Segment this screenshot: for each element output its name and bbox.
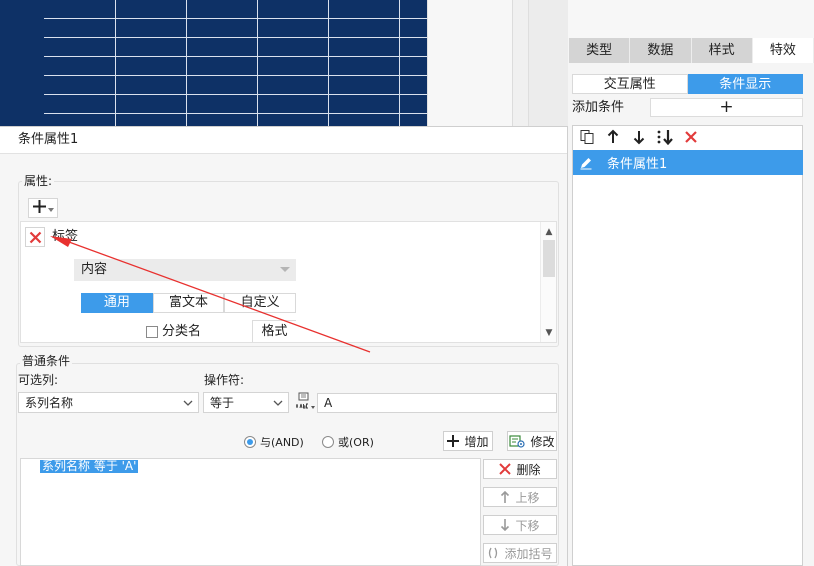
add-bracket-label: 添加括号 [504, 546, 553, 561]
modify-icon [509, 435, 526, 448]
operator-label: 操作符: [204, 373, 245, 387]
operator-select-value: 等于 [210, 396, 235, 410]
condition-list [572, 125, 803, 566]
condition-value-input[interactable]: A [317, 393, 557, 413]
condition-list-toolbar [574, 127, 803, 147]
radio-or[interactable]: 或(OR) [322, 434, 374, 450]
chevron-down-icon [280, 267, 290, 272]
checkbox-label: 分类名 [162, 324, 202, 339]
plus-icon [447, 435, 460, 447]
chevron-down-icon [183, 400, 193, 406]
arrow-up-icon[interactable] [603, 127, 623, 147]
dropdown-caret-icon [47, 201, 54, 215]
delete-condition-button[interactable]: 删除 [483, 459, 557, 479]
subtab-interaction[interactable]: 交互属性 [572, 74, 688, 94]
close-icon [29, 231, 41, 243]
content-select-value: 内容 [81, 262, 108, 277]
chart-preview-table [44, 0, 427, 127]
pencil-icon [573, 156, 599, 170]
content-select[interactable]: 内容 [74, 259, 296, 281]
move-down-button[interactable]: 下移 [483, 515, 557, 535]
tab-general[interactable]: 通用 [81, 293, 153, 313]
condition-expression-box[interactable] [20, 458, 481, 566]
attribute-list-scrollbar[interactable]: ▲ ▼ [540, 222, 556, 342]
radio-and[interactable]: 与(AND) [244, 434, 304, 450]
label-format-tabs: 通用 富文本 自定义 [81, 293, 297, 313]
add-bracket-button[interactable]: 添加括号 [483, 543, 557, 563]
close-icon [499, 463, 512, 475]
modify-condition-button[interactable]: 修改 [507, 431, 557, 451]
modify-button-label: 修改 [530, 434, 555, 449]
format-button[interactable]: 格式 [252, 320, 296, 342]
add-condition-button[interactable]: + [650, 98, 803, 117]
value-type-button[interactable] [293, 391, 316, 413]
radio-indicator[interactable] [322, 436, 334, 448]
radio-and-label: 与(AND) [260, 436, 304, 449]
move-bottom-icon[interactable] [655, 127, 675, 147]
dialog-title: 条件属性1 [18, 132, 79, 147]
condition-list-item[interactable]: 条件属性1 [573, 150, 803, 175]
brackets-icon [489, 547, 498, 559]
copy-icon[interactable] [577, 127, 597, 147]
column-select[interactable]: 系列名称 [18, 392, 199, 413]
chevron-down-icon [273, 400, 283, 406]
condition-item-label: 条件属性1 [607, 157, 668, 172]
columns-label: 可选列: [18, 373, 59, 387]
delete-button-label: 删除 [516, 462, 541, 477]
add-attribute-button[interactable] [28, 198, 58, 218]
subtab-conditional-display[interactable]: 条件显示 [687, 74, 803, 94]
attribute-label: 标签 [52, 229, 79, 244]
condition-expression[interactable]: 系列名称 等于 'A' [40, 460, 139, 473]
canvas-left-strip [0, 0, 44, 127]
remove-attribute-button[interactable] [25, 227, 45, 247]
canvas-margin [427, 0, 512, 127]
plus-icon [32, 200, 46, 216]
move-down-label: 下移 [515, 518, 540, 533]
tab-rich-text[interactable]: 富文本 [152, 293, 225, 313]
add-condition-row-button[interactable]: 增加 [443, 431, 493, 451]
tab-style[interactable]: 样式 [692, 38, 753, 63]
add-condition-label: 添加条件 [572, 100, 625, 115]
scroll-up-icon[interactable]: ▲ [541, 224, 557, 240]
tab-custom[interactable]: 自定义 [224, 293, 297, 313]
tab-effects[interactable]: 特效 [752, 38, 814, 63]
normal-condition-legend: 普通条件 [20, 354, 73, 368]
column-select-value: 系列名称 [25, 396, 74, 410]
effects-subtabs: 交互属性 条件显示 [572, 74, 803, 94]
radio-or-label: 或(OR) [338, 436, 374, 449]
canvas-scrollbar[interactable] [512, 0, 528, 127]
grid-lines [44, 0, 427, 127]
tab-type[interactable]: 类型 [569, 38, 631, 63]
abc-type-icon [295, 392, 315, 409]
add-button-label: 增加 [464, 434, 489, 449]
scrollbar-thumb[interactable] [543, 240, 555, 277]
property-panel-header [568, 0, 814, 38]
scroll-down-icon[interactable]: ▼ [541, 325, 557, 341]
tab-data[interactable]: 数据 [630, 38, 692, 63]
delete-icon[interactable] [681, 127, 701, 147]
operator-select[interactable]: 等于 [203, 392, 289, 413]
radio-indicator[interactable] [244, 436, 256, 448]
property-tabs: 类型 数据 样式 特效 [569, 38, 814, 63]
arrow-down-icon[interactable] [629, 127, 649, 147]
checkbox-box[interactable] [146, 326, 158, 338]
attributes-legend: 属性: [22, 174, 55, 188]
move-up-button[interactable]: 上移 [483, 487, 557, 507]
arrow-down-icon [501, 519, 510, 531]
category-name-checkbox[interactable]: 分类名 [146, 325, 201, 339]
arrow-up-icon [501, 491, 510, 503]
move-up-label: 上移 [515, 490, 540, 505]
panel-divider [528, 0, 568, 127]
